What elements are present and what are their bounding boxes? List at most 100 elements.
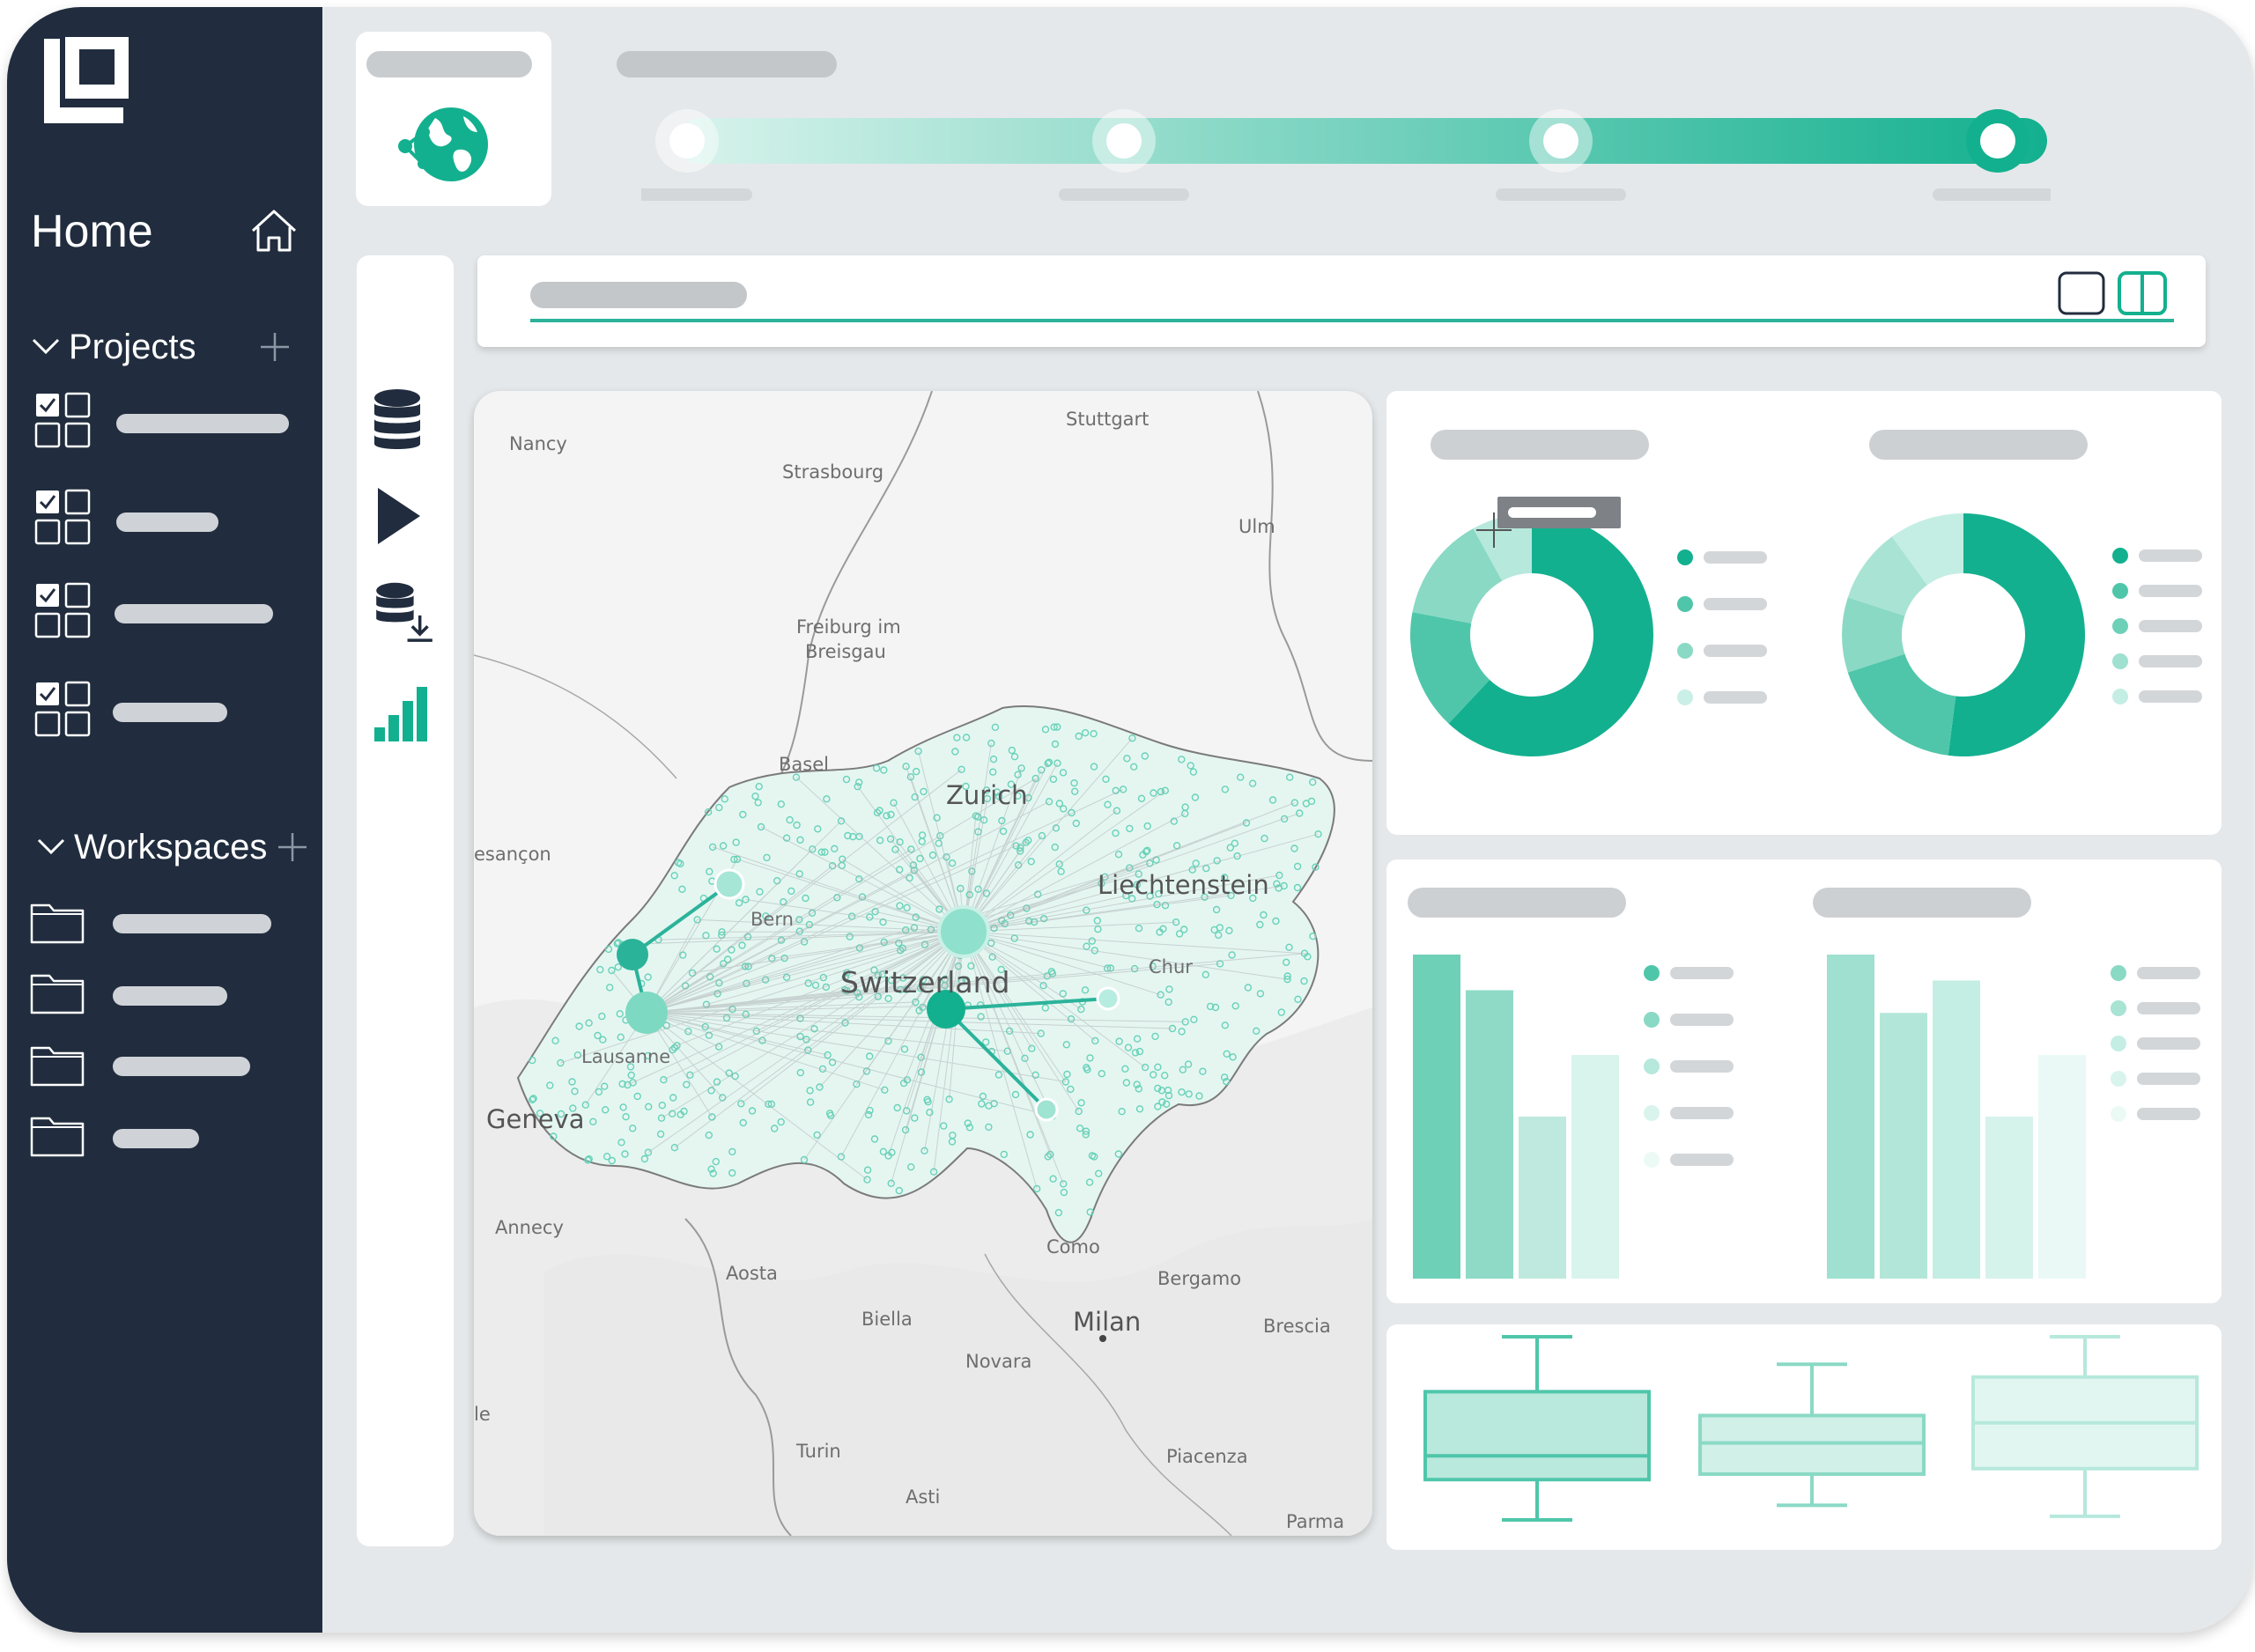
bar[interactable] xyxy=(1827,955,1874,1279)
signal-bars-icon[interactable] xyxy=(371,678,438,745)
legend-item[interactable] xyxy=(2111,963,2207,983)
workspace-name-placeholder xyxy=(113,914,271,933)
legend-label-placeholder xyxy=(1670,1107,1734,1119)
donut-chart[interactable] xyxy=(1406,509,1658,761)
bar[interactable] xyxy=(1519,1117,1566,1279)
chart-title-placeholder xyxy=(1431,430,1649,460)
legend-item[interactable] xyxy=(1644,1010,1741,1029)
bar-chart[interactable] xyxy=(1827,951,2109,1289)
database-icon[interactable] xyxy=(371,387,438,454)
brand-card[interactable] xyxy=(356,32,551,206)
project-name-placeholder xyxy=(115,604,273,623)
donut-chart[interactable] xyxy=(1837,509,2089,761)
legend-swatch xyxy=(1644,1012,1660,1028)
box[interactable] xyxy=(1698,1413,1926,1476)
folder-icon xyxy=(30,1046,85,1087)
project-item[interactable] xyxy=(33,391,298,453)
legend-label-placeholder xyxy=(2139,549,2202,562)
workspace-item[interactable] xyxy=(30,902,303,951)
donut-slice[interactable] xyxy=(1948,513,2085,756)
box[interactable] xyxy=(1423,1390,1651,1482)
folder-icon xyxy=(30,1117,85,1157)
legend-label-placeholder xyxy=(2137,967,2200,979)
workspace-item[interactable] xyxy=(30,1115,303,1164)
workspaces-label: Workspaces xyxy=(74,828,268,867)
legend-item[interactable] xyxy=(2111,1034,2207,1053)
map-view[interactable]: Nancy Strasbourg Stuttgart Ulm Freiburg … xyxy=(474,391,1372,1536)
bar[interactable] xyxy=(2038,1055,2086,1279)
bar[interactable] xyxy=(1466,990,1513,1279)
legend-label-placeholder xyxy=(2139,620,2202,632)
home-nav[interactable]: Home xyxy=(31,201,304,262)
legend-item[interactable] xyxy=(2112,616,2209,636)
step-dot[interactable] xyxy=(1980,123,2015,159)
legend-item[interactable] xyxy=(1644,1150,1741,1169)
legend-item[interactable] xyxy=(1644,1103,1741,1123)
chevron-down-icon[interactable] xyxy=(32,335,60,358)
legend-swatch xyxy=(2112,618,2128,634)
chart-tooltip xyxy=(1497,497,1621,528)
bar[interactable] xyxy=(1880,1013,1927,1279)
legend-item[interactable] xyxy=(2112,546,2209,565)
legend-item[interactable] xyxy=(1677,548,1774,567)
legend-swatch xyxy=(1644,1105,1660,1121)
project-name-placeholder xyxy=(116,414,289,433)
legend-label-placeholder xyxy=(1670,967,1734,979)
chevron-down-icon[interactable] xyxy=(37,835,65,858)
legend-swatch xyxy=(2112,689,2128,704)
box-plot-chart[interactable] xyxy=(1386,1324,2222,1550)
map-label: Aosta xyxy=(726,1263,778,1284)
bar[interactable] xyxy=(1413,955,1460,1279)
single-pane-icon[interactable] xyxy=(2058,271,2105,315)
map-label: Novara xyxy=(965,1351,1032,1372)
map-label: esançon xyxy=(474,844,551,865)
legend-item[interactable] xyxy=(2111,999,2207,1018)
tooltip-text-placeholder xyxy=(1508,507,1596,518)
home-icon[interactable] xyxy=(249,206,299,255)
step-dot[interactable] xyxy=(669,123,705,159)
legend-item[interactable] xyxy=(1677,594,1774,614)
projects-header[interactable]: Projects xyxy=(32,322,314,372)
legend-item[interactable] xyxy=(2112,687,2209,706)
search-bar[interactable] xyxy=(477,255,2206,347)
map-label: Parma xyxy=(1286,1511,1345,1532)
play-icon[interactable] xyxy=(371,484,438,551)
step-dot[interactable] xyxy=(1543,123,1578,159)
legend-item[interactable] xyxy=(1644,963,1741,983)
project-item[interactable] xyxy=(33,488,298,549)
map-label: Bern xyxy=(750,909,794,930)
legend-swatch xyxy=(1644,1058,1660,1074)
add-project-plus-icon[interactable] xyxy=(259,331,291,363)
checklist-grid-icon xyxy=(34,681,91,737)
legend-item[interactable] xyxy=(2111,1104,2207,1124)
legend-item[interactable] xyxy=(1644,1057,1741,1076)
map-label: Stuttgart xyxy=(1066,409,1150,430)
add-workspace-plus-icon[interactable] xyxy=(277,831,308,863)
legend-label-placeholder xyxy=(2137,1108,2200,1120)
workspace-item[interactable] xyxy=(30,972,303,1021)
split-pane-icon[interactable] xyxy=(2118,271,2167,315)
legend-swatch xyxy=(2112,653,2128,669)
workspaces-header[interactable]: Workspaces xyxy=(32,822,314,872)
project-item[interactable] xyxy=(33,680,298,741)
project-item[interactable] xyxy=(33,581,298,643)
legend-item[interactable] xyxy=(1677,688,1774,707)
legend-swatch xyxy=(2112,583,2128,599)
step-dot[interactable] xyxy=(1106,123,1142,159)
legend-label-placeholder xyxy=(1704,551,1767,564)
workspace-item[interactable] xyxy=(30,1044,303,1094)
bar[interactable] xyxy=(1985,1117,2033,1279)
map-canvas[interactable] xyxy=(474,391,1372,1536)
bar[interactable] xyxy=(1933,980,1980,1279)
bar-chart[interactable] xyxy=(1413,951,1642,1282)
logo-icon[interactable] xyxy=(39,32,136,129)
legend-item[interactable] xyxy=(2111,1069,2207,1088)
brand-title-placeholder xyxy=(366,51,532,77)
legend-item[interactable] xyxy=(2112,581,2209,601)
legend-label-placeholder xyxy=(1670,1014,1734,1026)
legend-item[interactable] xyxy=(1677,641,1774,660)
donut-slice[interactable] xyxy=(1847,653,1956,756)
database-download-icon[interactable] xyxy=(371,581,438,648)
legend-item[interactable] xyxy=(2112,652,2209,671)
bar[interactable] xyxy=(1571,1055,1619,1279)
